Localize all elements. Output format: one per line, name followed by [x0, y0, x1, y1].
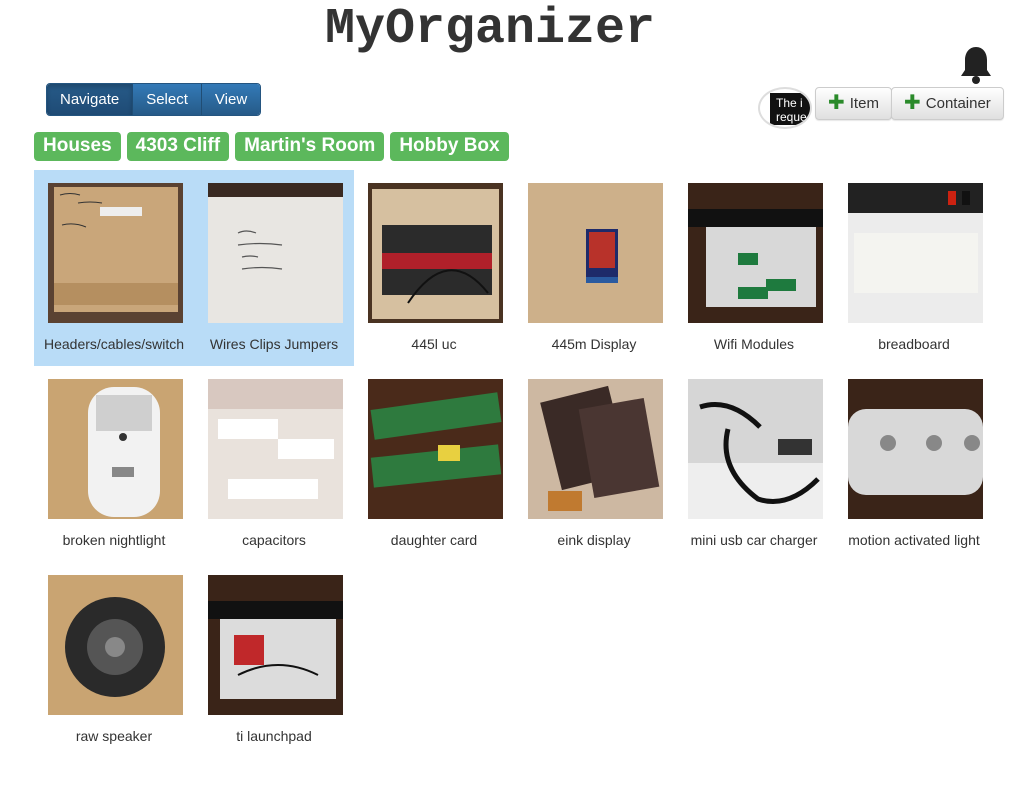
item-tile[interactable]: breadboard	[834, 170, 994, 366]
select-mode-button[interactable]: Select	[133, 84, 202, 115]
item-photo	[368, 183, 503, 323]
navigate-mode-button[interactable]: Navigate	[47, 84, 134, 115]
item-photo	[48, 379, 183, 519]
status-tooltip: The i reque	[770, 93, 810, 125]
item-photo	[848, 183, 983, 323]
item-tile[interactable]: broken nightlight	[34, 366, 194, 562]
item-photo	[848, 379, 983, 519]
item-label: capacitors	[242, 532, 306, 548]
item-label: breadboard	[878, 336, 950, 352]
add-container-label: Container	[925, 95, 991, 112]
item-tile[interactable]: 445m Display	[514, 170, 674, 366]
view-mode-button[interactable]: View	[201, 84, 261, 115]
item-tile[interactable]: mini usb car charger	[674, 366, 834, 562]
item-photo	[208, 379, 343, 519]
item-photo	[208, 575, 343, 715]
item-label: broken nightlight	[62, 532, 166, 548]
item-label: Wires Clips Jumpers	[209, 336, 339, 352]
item-photo	[48, 575, 183, 715]
item-label: Wifi Modules	[713, 336, 795, 352]
breadcrumb-hobby-box[interactable]: Hobby Box	[390, 132, 509, 161]
item-label: mini usb car charger	[690, 532, 818, 548]
add-item-label: Item	[849, 95, 879, 112]
item-photo	[528, 183, 663, 323]
breadcrumb: Houses 4303 Cliff Martin's Room Hobby Bo…	[34, 132, 509, 161]
item-tile[interactable]: Wires Clips Jumpers	[194, 170, 354, 366]
item-tile[interactable]: eink display	[514, 366, 674, 562]
item-photo	[688, 183, 823, 323]
item-photo	[48, 183, 183, 323]
item-label: Headers/cables/switch	[43, 336, 185, 352]
item-label: raw speaker	[75, 728, 153, 744]
plus-icon: ✚	[828, 92, 845, 114]
breadcrumb-martins-room[interactable]: Martin's Room	[235, 132, 385, 161]
item-label: daughter card	[390, 532, 478, 548]
item-label: motion activated light	[848, 532, 980, 548]
plus-icon: ✚	[904, 92, 921, 114]
app-title: MyOrganizer	[324, 1, 656, 58]
item-label: 445l uc	[411, 336, 457, 352]
item-photo	[528, 379, 663, 519]
item-tile[interactable]: Wifi Modules	[674, 170, 834, 366]
item-label: ti launchpad	[236, 728, 312, 744]
add-item-button[interactable]: ✚ Item	[815, 87, 892, 120]
status-indicator[interactable]: The i reque	[758, 87, 812, 129]
item-tile[interactable]: 445l uc	[354, 170, 514, 366]
item-tile[interactable]: capacitors	[194, 366, 354, 562]
mode-toggle-group: Navigate Select View	[46, 83, 262, 116]
item-label: eink display	[557, 532, 631, 548]
breadcrumb-4303-cliff[interactable]: 4303 Cliff	[126, 132, 230, 161]
bell-icon[interactable]	[958, 44, 994, 86]
item-tile[interactable]: Headers/cables/switch	[34, 170, 194, 366]
breadcrumb-houses[interactable]: Houses	[34, 132, 121, 161]
item-photo	[368, 379, 503, 519]
item-photo	[208, 183, 343, 323]
item-tile[interactable]: raw speaker	[34, 562, 194, 758]
add-container-button[interactable]: ✚ Container	[891, 87, 1004, 120]
item-tile[interactable]: motion activated light	[834, 366, 994, 562]
item-photo	[688, 379, 823, 519]
item-label: 445m Display	[551, 336, 637, 352]
item-tile[interactable]: daughter card	[354, 366, 514, 562]
item-tile[interactable]: ti launchpad	[194, 562, 354, 758]
